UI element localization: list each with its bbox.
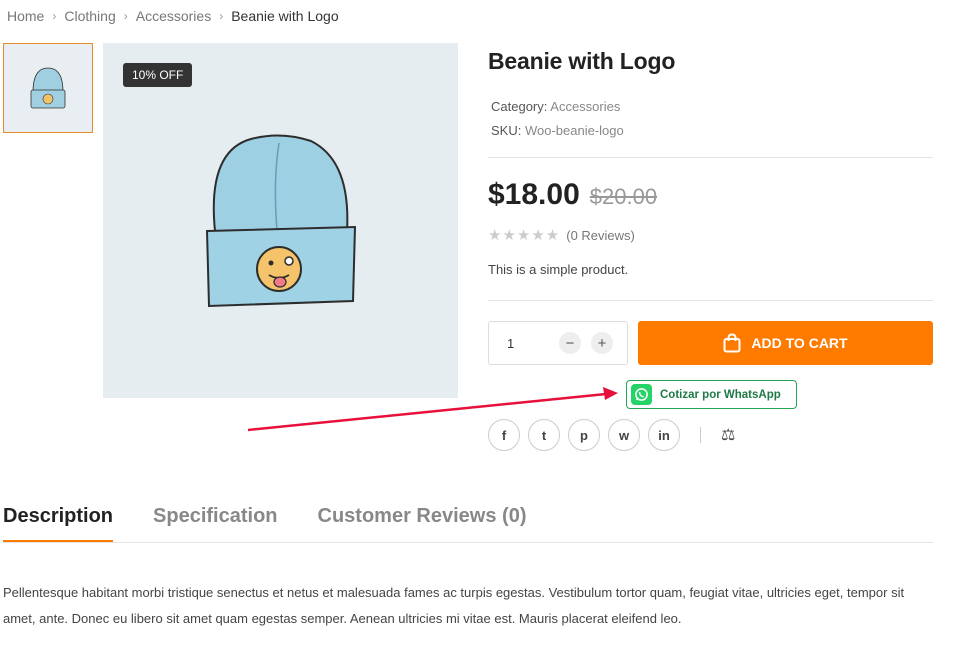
quantity-increase-button[interactable]: + (591, 332, 613, 354)
breadcrumb-accessories[interactable]: Accessories (136, 8, 211, 24)
add-to-cart-button[interactable]: ADD TO CART (638, 321, 933, 365)
tab-specification[interactable]: Specification (153, 505, 277, 542)
shopping-bag-icon (723, 333, 741, 353)
discount-badge: 10% OFF (123, 63, 193, 87)
add-to-cart-label: ADD TO CART (751, 335, 848, 351)
category-link[interactable]: Accessories (550, 99, 620, 114)
whatsapp-quote-label: Cotizar por WhatsApp (660, 388, 781, 401)
short-description: This is a simple product. (488, 262, 629, 277)
category-label: Category: (491, 99, 548, 114)
social-share: f t p w in ⚖ (488, 419, 735, 451)
whatsapp-icon (631, 384, 652, 405)
breadcrumb-home[interactable]: Home (7, 8, 44, 24)
twitter-icon[interactable]: t (528, 419, 560, 451)
sku-label: SKU: (491, 123, 522, 138)
product-title: Beanie with Logo (488, 48, 676, 74)
tab-customer-reviews-count: (0) (502, 505, 527, 527)
tab-customer-reviews[interactable]: Customer Reviews (0) (318, 505, 527, 542)
quantity-value[interactable]: 1 (507, 336, 514, 351)
reviews-link[interactable]: (0 Reviews) (566, 228, 635, 243)
product-description: Pellentesque habitant morbi tristique se… (3, 585, 905, 626)
divider (700, 427, 701, 443)
tab-customer-reviews-label: Customer Reviews (317, 505, 497, 527)
tab-description[interactable]: Description (3, 505, 114, 542)
quantity-stepper[interactable]: 1 − + (488, 321, 628, 365)
product-thumbnail[interactable] (3, 43, 93, 133)
divider (488, 157, 933, 158)
pinterest-icon[interactable]: p (568, 419, 600, 451)
chevron-right-icon: › (52, 9, 57, 23)
sku-value: Woo-beanie-logo (524, 123, 624, 138)
product-tabs: Description Specification Customer Revie… (3, 505, 933, 543)
rating: ★★★★★ (0 Reviews) (488, 226, 635, 244)
beanie-image (205, 134, 356, 308)
product-meta: Category: Accessories SKU: Woo-beanie-lo… (488, 95, 933, 143)
breadcrumb-clothing[interactable]: Clothing (64, 8, 115, 24)
old-price: $20.00 (589, 184, 658, 209)
whatsapp-quote-button[interactable]: Cotizar por WhatsApp (626, 380, 797, 409)
linkedin-icon[interactable]: in (648, 419, 680, 451)
price-row: $18.00 $20.00 (488, 178, 657, 212)
chevron-right-icon: › (219, 9, 224, 23)
beanie-thumbnail-image (30, 67, 66, 109)
facebook-icon[interactable]: f (488, 419, 520, 451)
breadcrumb-current: Beanie with Logo (231, 8, 339, 24)
star-rating-icon: ★★★★★ (488, 227, 561, 244)
current-price: $18.00 (488, 178, 580, 211)
whatsapp-share-icon[interactable]: w (608, 419, 640, 451)
chevron-right-icon: › (123, 9, 128, 23)
product-main-image[interactable]: 10% OFF (103, 43, 458, 398)
quantity-decrease-button[interactable]: − (559, 332, 581, 354)
compare-icon[interactable]: ⚖ (721, 425, 735, 445)
divider (488, 300, 933, 301)
breadcrumb: Home › Clothing › Accessories › Beanie w… (7, 8, 339, 24)
